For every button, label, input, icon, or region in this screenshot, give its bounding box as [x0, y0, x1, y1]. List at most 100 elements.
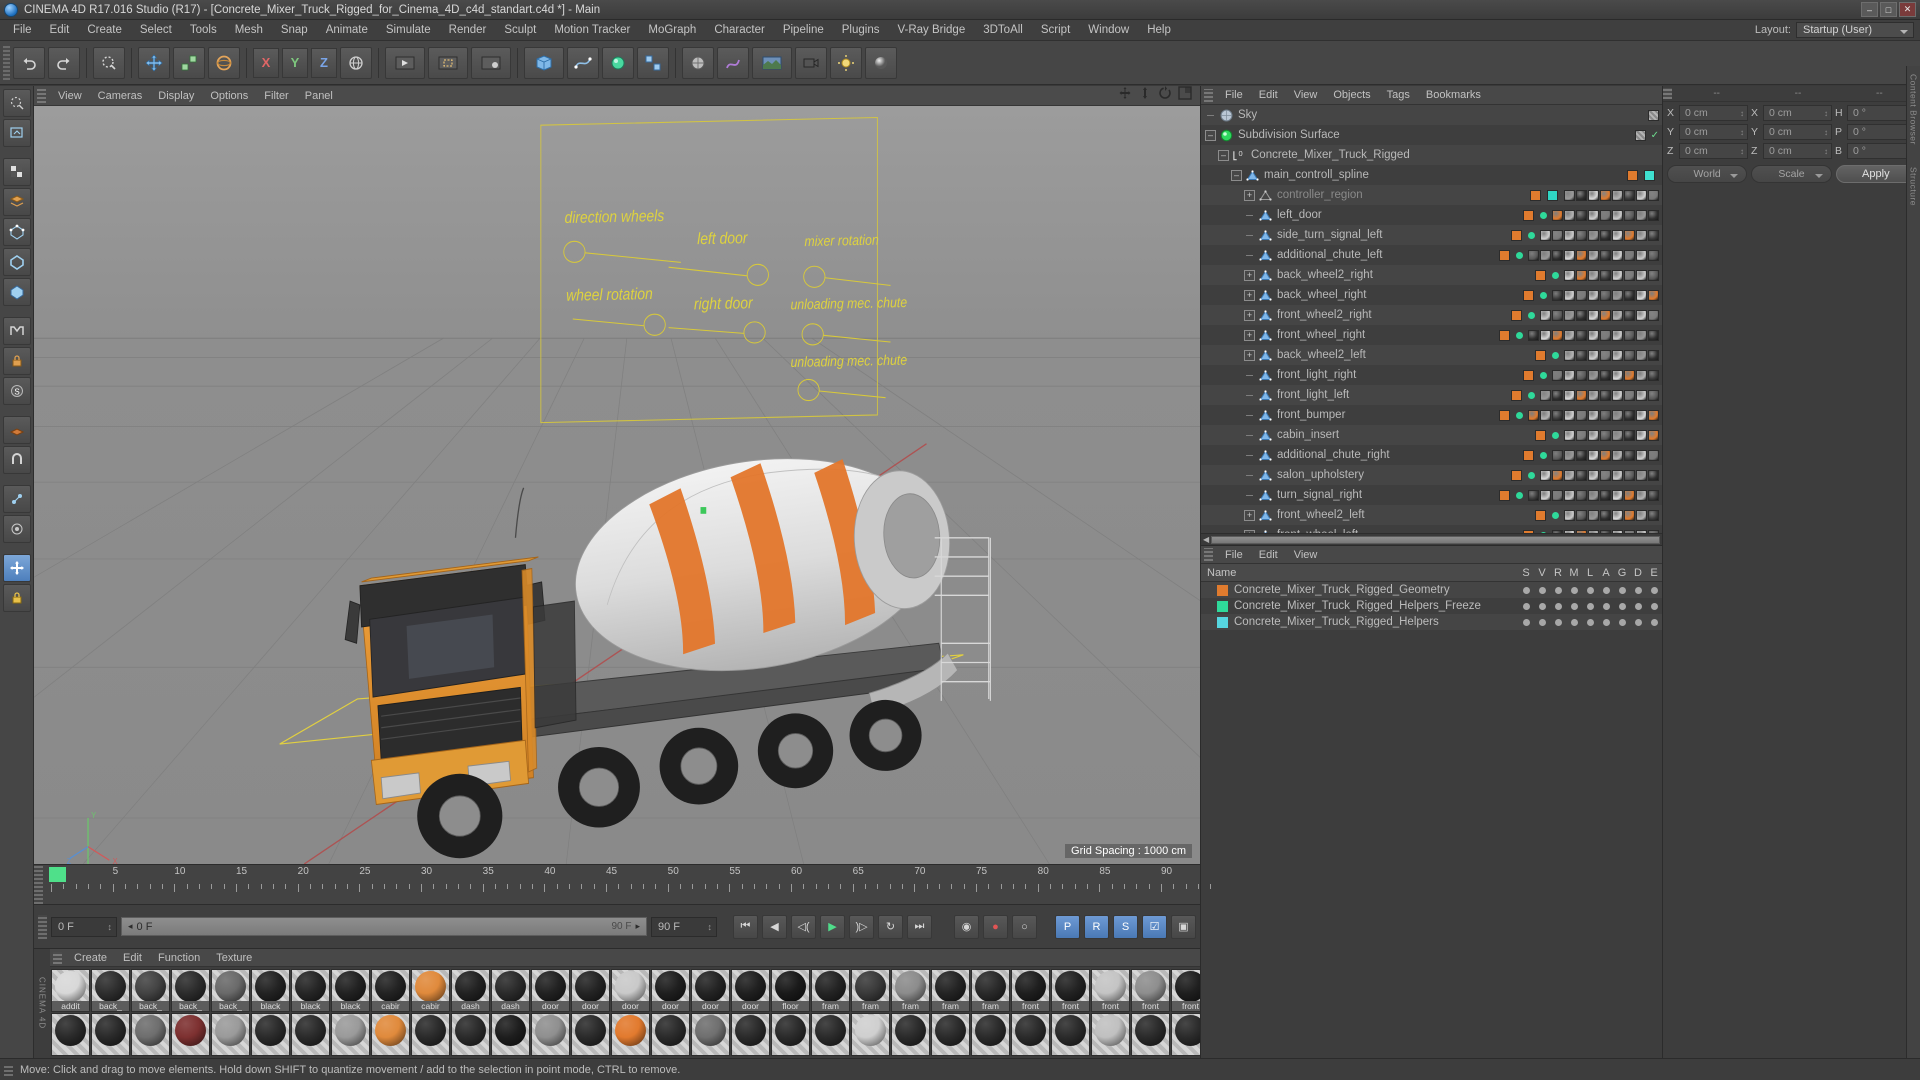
material-tag[interactable] — [1612, 209, 1623, 221]
viewport-menu-cameras[interactable]: Cameras — [90, 88, 151, 104]
display-toggle[interactable] — [1634, 129, 1646, 141]
workplane-icon[interactable] — [2, 416, 31, 444]
visibility-dot-editor[interactable] — [1528, 311, 1535, 319]
material-tag[interactable] — [1528, 249, 1539, 261]
layer-name[interactable]: Concrete_Mixer_Truck_Rigged_Helpers — [1234, 616, 1518, 628]
material-tag[interactable] — [1612, 509, 1623, 521]
material-tag[interactable] — [1648, 409, 1659, 421]
material-tag[interactable] — [1540, 409, 1551, 421]
pla-key-button[interactable]: ▣ — [1171, 914, 1196, 939]
next-key-button[interactable]: )▷ — [849, 914, 874, 939]
play-button[interactable]: ▶ — [820, 914, 845, 939]
visibility-dot-editor[interactable] — [1540, 451, 1547, 459]
material-tag[interactable] — [1600, 229, 1611, 241]
material-tag[interactable] — [1588, 429, 1599, 441]
visibility-dot-editor[interactable] — [1552, 431, 1559, 439]
rotate-view-icon[interactable] — [1158, 86, 1172, 105]
object-menu-file[interactable]: File — [1217, 88, 1251, 102]
scale-tool-button[interactable] — [173, 46, 205, 79]
material-tag[interactable] — [1612, 189, 1623, 201]
object-name[interactable]: front_wheel_right — [1277, 329, 1365, 341]
material-tag[interactable] — [1588, 409, 1599, 421]
visibility-dot-editor[interactable] — [1516, 251, 1523, 259]
camera-button[interactable] — [795, 46, 827, 79]
material-swatch[interactable]: back_ — [171, 969, 210, 1012]
object-name[interactable]: front_bumper — [1277, 409, 1345, 421]
material-tag[interactable] — [1648, 309, 1659, 321]
material-tag[interactable] — [1600, 389, 1611, 401]
layer-row[interactable]: Concrete_Mixer_Truck_Rigged_Helpers — [1201, 614, 1662, 630]
material-tag[interactable] — [1552, 329, 1563, 341]
material-tag[interactable] — [1528, 489, 1539, 501]
layer-toggle[interactable] — [1518, 602, 1534, 610]
material-tags[interactable] — [1528, 249, 1659, 261]
material-swatch[interactable]: cabir — [371, 969, 410, 1012]
material-swatch[interactable] — [931, 1013, 970, 1056]
material-tag[interactable] — [1600, 289, 1611, 301]
material-tag[interactable] — [1600, 369, 1611, 381]
layer-toggle[interactable] — [1566, 602, 1582, 610]
material-tag[interactable] — [1588, 189, 1599, 201]
expander-toggle[interactable]: + — [1244, 289, 1255, 301]
material-swatch[interactable] — [251, 1013, 290, 1056]
layer-color-swatch[interactable] — [1523, 209, 1534, 221]
material-swatch[interactable]: door — [651, 969, 690, 1012]
material-tag[interactable] — [1636, 289, 1647, 301]
object-name[interactable]: cabin_insert — [1277, 429, 1339, 441]
array-modeling-button[interactable] — [637, 46, 669, 79]
material-tag[interactable] — [1648, 469, 1659, 481]
material-tag[interactable] — [1624, 329, 1635, 341]
material-tag[interactable] — [1576, 329, 1587, 341]
layer-row[interactable]: Concrete_Mixer_Truck_Rigged_Helpers_Free… — [1201, 598, 1662, 614]
toggle-layout-icon[interactable] — [1178, 86, 1192, 105]
expander-toggle[interactable]: + — [1244, 529, 1255, 533]
viewport-grip[interactable] — [37, 88, 46, 103]
material-swatch[interactable] — [91, 1013, 130, 1056]
object-name[interactable]: Sky — [1238, 109, 1257, 121]
material-swatch[interactable]: black — [291, 969, 330, 1012]
object-row[interactable]: additional_chute_left — [1201, 245, 1662, 265]
material-tag[interactable] — [1576, 389, 1587, 401]
material-tag[interactable] — [1552, 389, 1563, 401]
material-menu-texture[interactable]: Texture — [208, 951, 260, 965]
material-tag[interactable] — [1576, 249, 1587, 261]
material-tag[interactable] — [1636, 209, 1647, 221]
material-tag[interactable] — [1648, 209, 1659, 221]
material-tag[interactable] — [1612, 369, 1623, 381]
material-swatch[interactable] — [691, 1013, 730, 1056]
material-swatch[interactable] — [531, 1013, 570, 1056]
material-tag[interactable] — [1576, 509, 1587, 521]
autokeying-button[interactable]: ◉ — [954, 914, 979, 939]
material-tag[interactable] — [1552, 289, 1563, 301]
object-menu-bookmarks[interactable]: Bookmarks — [1418, 88, 1489, 102]
scrollbar-thumb[interactable] — [1211, 535, 1660, 544]
layer-color-swatch[interactable] — [1511, 309, 1522, 321]
material-tag[interactable] — [1552, 309, 1563, 321]
material-tag[interactable] — [1564, 469, 1575, 481]
material-swatch[interactable]: back_ — [91, 969, 130, 1012]
environment-button[interactable] — [752, 46, 792, 79]
viewport-menu-filter[interactable]: Filter — [256, 88, 296, 104]
material-tag[interactable] — [1564, 189, 1575, 201]
material-swatch[interactable] — [411, 1013, 450, 1056]
material-tag[interactable] — [1636, 349, 1647, 361]
visibility-dot-editor[interactable] — [1528, 231, 1535, 239]
move-tool-button[interactable] — [138, 46, 170, 79]
object-row[interactable]: Sky — [1201, 105, 1662, 125]
rail-label-structure[interactable]: Structure — [1909, 167, 1919, 206]
material-tag[interactable] — [1636, 369, 1647, 381]
layer-color-swatch[interactable] — [1627, 169, 1638, 181]
menu-motion-tracker[interactable]: Motion Tracker — [545, 22, 639, 38]
material-tag[interactable] — [1564, 449, 1575, 461]
material-tag[interactable] — [1624, 469, 1635, 481]
material-tag[interactable] — [1552, 209, 1563, 221]
layer-color-swatch[interactable] — [1511, 469, 1522, 481]
undo-button[interactable] — [13, 46, 45, 79]
material-tag[interactable] — [1648, 269, 1659, 281]
layer-color-swatch[interactable] — [1217, 600, 1228, 612]
material-tags[interactable] — [1564, 349, 1659, 361]
expander-toggle[interactable]: + — [1244, 349, 1255, 361]
material-tag[interactable] — [1648, 349, 1659, 361]
layer-color-swatch[interactable] — [1499, 329, 1510, 341]
material-menu-edit[interactable]: Edit — [115, 951, 150, 965]
